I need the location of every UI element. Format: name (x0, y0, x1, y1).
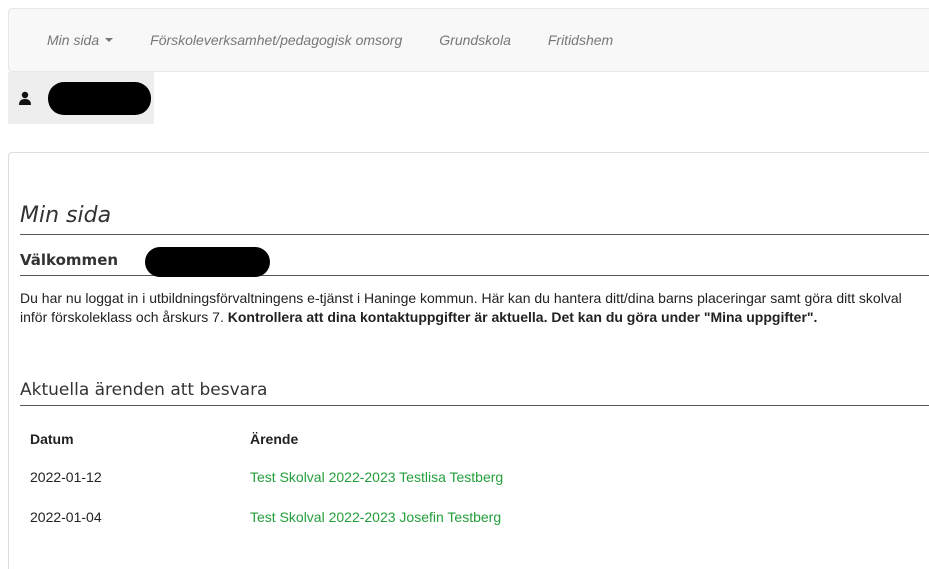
row-case: Test Skolval 2022-2023 Josefin Testberg (240, 497, 511, 537)
page-title: Min sida (20, 198, 929, 235)
welcome-heading: Välkommeng! (20, 237, 929, 277)
row-date: 2022-01-12 (30, 469, 102, 485)
intro-paragraph: Du har nu loggat in i utbildningsförvalt… (20, 289, 920, 327)
intro-bold-text: Kontrollera att dina kontaktuppgifter är… (227, 309, 818, 325)
case-link[interactable]: Test Skolval 2022-2023 Josefin Testberg (250, 509, 501, 525)
main-panel: Min sida Välkommeng! Du har nu loggat in… (8, 152, 929, 569)
case-link[interactable]: Test Skolval 2022-2023 Testlisa Testberg (250, 469, 503, 485)
nav-grundskola[interactable]: Grundskola (439, 32, 511, 48)
nav-min-sida-label: Min sida (47, 32, 100, 48)
row-date: 2022-01-04 (30, 509, 102, 525)
table-header-row: Datum Ärende (20, 421, 511, 457)
user-icon (19, 91, 31, 105)
nav-fritidshem[interactable]: Fritidshem (548, 32, 613, 48)
user-info (8, 72, 154, 124)
nav-min-sida[interactable]: Min sida (47, 32, 114, 48)
top-navbar: Min sida Förskoleverksamhet/pedagogisk o… (8, 8, 929, 72)
caret-down-icon (105, 38, 114, 42)
table-row: 2022-01-04 Test Skolval 2022-2023 Josefi… (20, 497, 511, 537)
header-date: Datum (30, 431, 74, 447)
redacted-welcome-name (145, 247, 270, 277)
header-case: Ärende (250, 431, 299, 447)
cases-table: Datum Ärende 2022-01-12 Test Skolval 202… (20, 421, 511, 537)
cases-section-title: Aktuella ärenden att besvara (20, 375, 929, 406)
table-row: 2022-01-12 Test Skolval 2022-2023 Testli… (20, 457, 511, 497)
row-case: Test Skolval 2022-2023 Testlisa Testberg (240, 457, 511, 497)
redacted-user-name (48, 82, 151, 115)
welcome-prefix: Välkommen (20, 251, 119, 269)
nav-forskoleverksamhet[interactable]: Förskoleverksamhet/pedagogisk omsorg (150, 32, 402, 48)
